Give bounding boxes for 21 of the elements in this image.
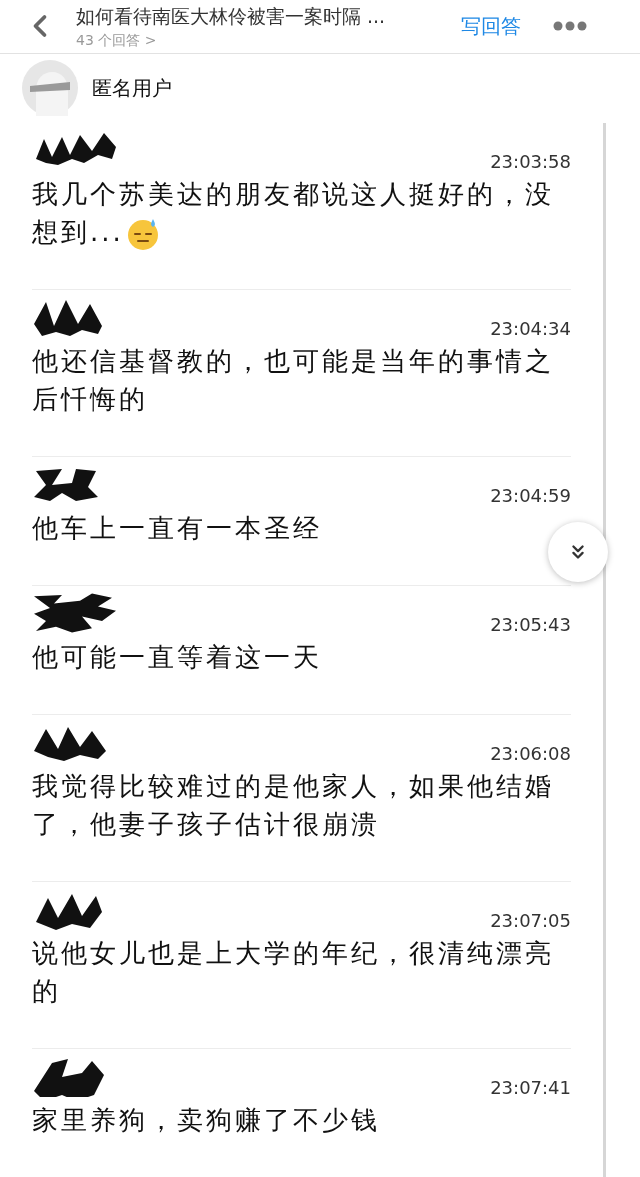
message-text: 他还信基督教的，也可能是当年的事情之后忏悔的 (32, 345, 555, 416)
question-title[interactable]: 如何看待南医大林伶被害一案时隔 ... (76, 2, 461, 31)
message-time: 23:07:05 (490, 909, 571, 933)
message-text: 家里养狗，卖狗赚了不少钱 (32, 1104, 381, 1137)
anonymous-avatar-icon (22, 60, 78, 117)
more-icon[interactable] (553, 21, 587, 32)
write-answer-button[interactable]: 写回答 (461, 11, 521, 42)
message-text: 说他女儿也是上大学的年纪，很清纯漂亮的 (32, 937, 555, 1008)
message-text: 他车上一直有一本圣经 (32, 512, 323, 545)
message-time: 23:03:58 (490, 150, 571, 174)
scroll-down-button[interactable] (548, 522, 608, 582)
message-time: 23:07:41 (490, 1076, 571, 1100)
message-time: 23:06:08 (490, 742, 571, 766)
redacted-name-icon (32, 592, 118, 634)
message-time: 23:04:34 (490, 317, 571, 341)
message-time: 23:05:43 (490, 613, 571, 637)
message-text: 我几个苏美达的朋友都说这人挺好的，没想到... (32, 175, 571, 251)
message-text: 他可能一直等着这一天 (32, 641, 323, 674)
message-text: 我觉得比较难过的是他家人，如果他结婚了，他妻子孩子估计很崩溃 (32, 770, 555, 841)
message-time: 23:04:59 (490, 484, 571, 508)
author-name[interactable]: 匿名用户 (92, 73, 172, 104)
